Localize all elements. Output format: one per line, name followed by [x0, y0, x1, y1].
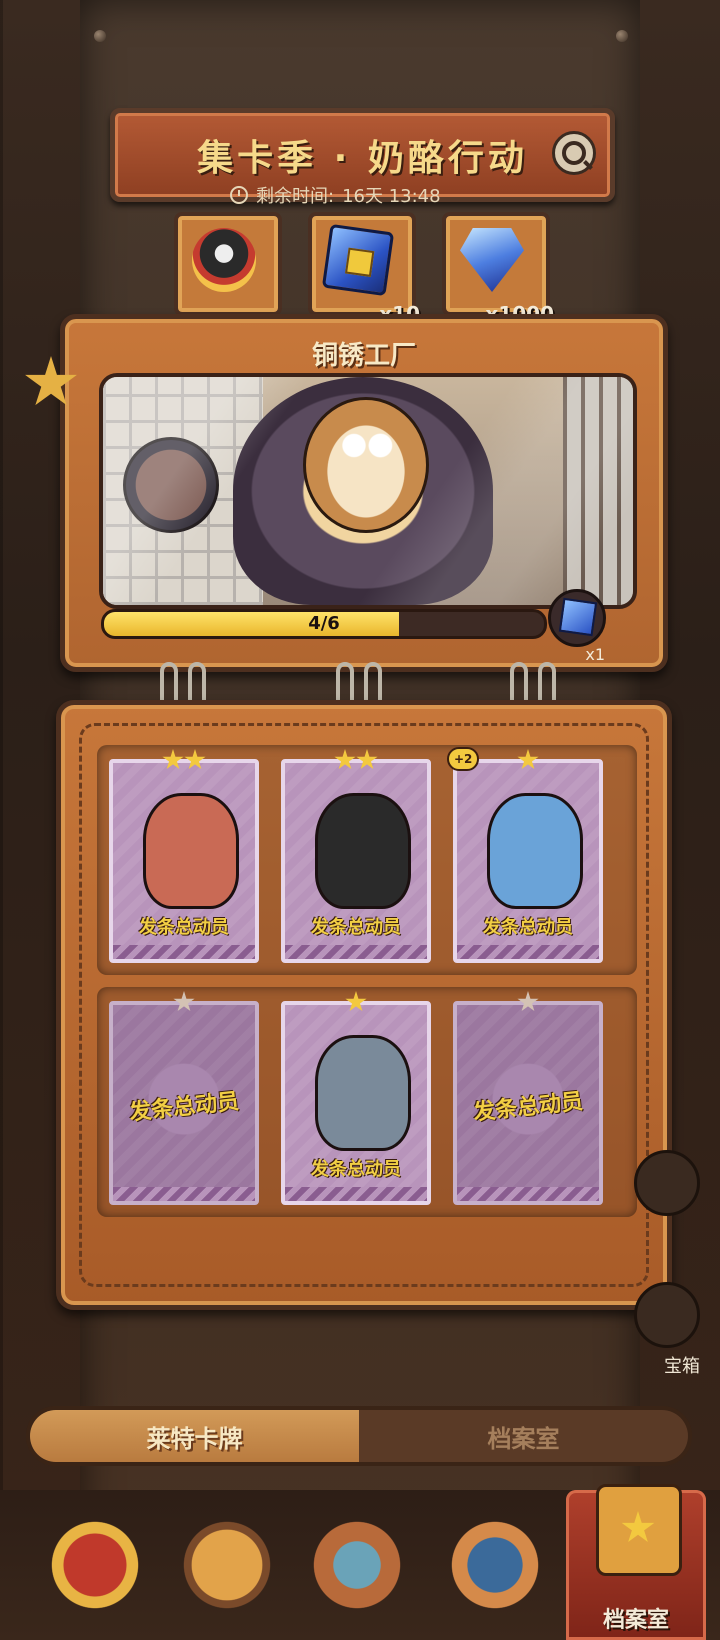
- star-icon: [173, 991, 195, 1012]
- star-icon: [517, 749, 539, 770]
- rivet: [94, 30, 106, 42]
- album-title: 铜锈工厂: [311, 341, 416, 371]
- card-stripe: [457, 945, 599, 959]
- card-character-art: [315, 793, 411, 909]
- card-character-art: [143, 793, 239, 909]
- card-stars: [285, 991, 427, 1017]
- star-icon: [356, 749, 378, 770]
- card-stripe: [285, 1187, 427, 1201]
- star-icon: [517, 991, 539, 1012]
- progress-text: 4/6: [308, 613, 340, 634]
- side-button[interactable]: [634, 1150, 700, 1216]
- bottom-navigation: 档案室: [0, 1484, 720, 1640]
- star-icon: [162, 749, 184, 770]
- card-character-art: [315, 1035, 411, 1151]
- tab-light-cards[interactable]: 莱特卡牌: [30, 1410, 359, 1462]
- card-pack-cube-icon: [558, 597, 598, 637]
- duplicate-count-badge: +2: [447, 747, 480, 771]
- card-brand-logo: 发条总动员: [139, 917, 229, 938]
- star-icon: [184, 749, 206, 770]
- countdown-timer: 剩余时间: 16天 13:48: [230, 183, 441, 207]
- card-character-art: [487, 793, 583, 909]
- card-album-page: 发条总动员 发条总动员 +2 发条总动员 发条总动员 发条总动员 发条总动员: [56, 700, 672, 1310]
- nav-star-chest-icon[interactable]: [40, 1510, 150, 1620]
- card-stars: [113, 991, 255, 1017]
- treasure-chest-button[interactable]: [634, 1282, 700, 1348]
- diamond-icon: [460, 228, 524, 292]
- timer-value: 16天 13:48: [342, 186, 441, 207]
- nav-badge-case-icon[interactable]: [172, 1510, 282, 1620]
- album-progress-bar: 4/6: [101, 609, 547, 639]
- card-stripe: [113, 945, 255, 959]
- rivet: [616, 30, 628, 42]
- card-brand-logo: 发条总动员: [472, 1089, 585, 1126]
- card-stars: [285, 749, 427, 775]
- nav-archive-label: 档案室: [602, 1608, 669, 1633]
- reward-slot-avatar-frame[interactable]: [174, 212, 282, 316]
- album-banner: 铜锈工厂 4/6 x1: [60, 314, 668, 672]
- album-illustration: [99, 373, 637, 609]
- card-stripe: [457, 1187, 599, 1201]
- album-tabs: 莱特卡牌 档案室: [26, 1406, 692, 1466]
- reward-slot-card-pack[interactable]: x10: [308, 212, 420, 326]
- card-brand-logo: 发条总动员: [128, 1089, 241, 1126]
- card-stars: [457, 991, 599, 1017]
- reward-slot-diamond[interactable]: x1000: [442, 212, 554, 326]
- reward-qty: x1: [585, 645, 605, 664]
- card-brand-logo: 发条总动员: [311, 1159, 401, 1180]
- card-stripe: [113, 1187, 255, 1201]
- clock-icon: [230, 186, 248, 204]
- nav-console-icon[interactable]: [302, 1510, 412, 1620]
- card-row: 发条总动员 发条总动员 发条总动员: [97, 987, 637, 1217]
- empty-card-slot[interactable]: 发条总动员: [453, 991, 603, 1205]
- album-completion-reward[interactable]: x1: [548, 589, 606, 664]
- event-title: 集卡季 · 奶酪行动: [197, 138, 528, 179]
- collected-card[interactable]: +2 发条总动员: [447, 747, 603, 963]
- star-icon: [345, 991, 367, 1012]
- tab-archive[interactable]: 档案室: [359, 1410, 688, 1462]
- collected-card[interactable]: 发条总动员: [281, 749, 431, 963]
- card-pack-cube-icon: [321, 223, 395, 297]
- treasure-chest-label: 宝箱: [664, 1356, 700, 1377]
- collected-card[interactable]: 发条总动员: [281, 991, 431, 1205]
- star-icon: [334, 749, 356, 770]
- avatar-frame-icon: [192, 228, 256, 292]
- card-stars: [113, 749, 255, 775]
- search-icon[interactable]: [552, 131, 596, 175]
- timer-label: 剩余时间:: [256, 186, 335, 207]
- empty-card-slot[interactable]: 发条总动员: [109, 991, 259, 1205]
- nav-goggles-chest-icon[interactable]: [440, 1510, 550, 1620]
- card-brand-logo: 发条总动员: [311, 917, 401, 938]
- card-stripe: [285, 945, 427, 959]
- card-row: 发条总动员 发条总动员 +2 发条总动员: [97, 745, 637, 975]
- card-brand-logo: 发条总动员: [483, 917, 573, 938]
- collected-card[interactable]: 发条总动员: [109, 749, 259, 963]
